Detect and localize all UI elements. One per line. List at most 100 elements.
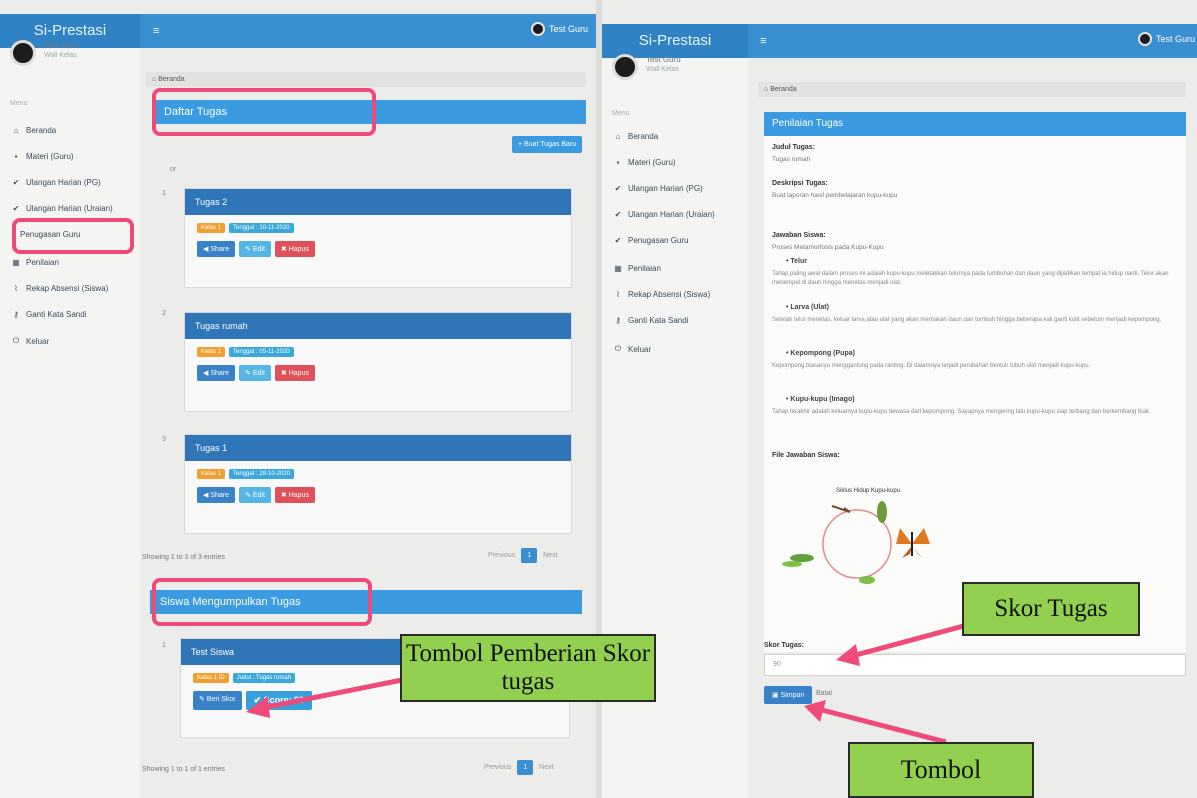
sidebar-item-penilaian[interactable]: ▦ Penilaian — [614, 264, 661, 273]
stage-title-text: Kupu-kupu (Imago) — [790, 396, 855, 403]
sidebar-user-panel: Test Guru Wali Kelas — [10, 40, 79, 66]
judul-value: Tugas rumah — [772, 156, 811, 163]
class-badge: Kelas 1 ID — [193, 673, 229, 683]
sidebar-item-label: Materi (Guru) — [628, 158, 676, 167]
user-menu[interactable]: Test Guru — [530, 22, 588, 36]
sidebar-item-keluar[interactable]: ⏻ Keluar — [12, 336, 49, 346]
sidebar-item-label: Ulangan Harian (PG) — [628, 184, 703, 193]
callout-skor-tugas: Skor Tugas — [962, 582, 1140, 636]
butterfly-lifecycle-image[interactable]: Siklus Hidup Kupu-kupu — [772, 484, 942, 594]
menu-toggle-icon[interactable]: ≡ — [760, 24, 766, 58]
give-score-label: Beri Skor — [206, 696, 236, 703]
delete-label: Hapus — [288, 492, 309, 499]
deadline-badge: Tenggat : 10-11-2020 — [229, 223, 294, 233]
sidebar-item-ulangan-pg[interactable]: ✔ Ulangan Harian (PG) — [614, 184, 703, 193]
pager-next[interactable]: Next — [539, 764, 553, 771]
leaf-eggs-icon — [859, 576, 875, 584]
share-label: Share — [210, 370, 230, 377]
key-icon: ⚷ — [13, 310, 19, 319]
menu-header: Menu — [10, 100, 28, 107]
score-badge: ✔ Score: 90 — [245, 691, 313, 710]
sidebar-item-materi[interactable]: ▪ Materi (Guru) — [614, 158, 676, 167]
chart-icon: ⌇ — [14, 284, 18, 293]
judul-label: Judul Tugas: — [772, 144, 816, 151]
menu-header: Menu — [612, 110, 630, 117]
share-button[interactable]: ◀ Share — [197, 365, 236, 381]
pager-previous[interactable]: Previous — [488, 552, 515, 559]
panel-title: Penilaian Tugas — [764, 112, 1186, 136]
sidebar-item-ulangan-uraian[interactable]: ✔ Ulangan Harian (Uraian) — [614, 210, 715, 219]
sidebar-item-keluar[interactable]: ⏻ Keluar — [614, 344, 651, 354]
top-navbar: Si-Prestasi ≡ Test Guru — [602, 24, 1197, 58]
pager-current[interactable]: 1 — [521, 548, 538, 563]
breadcrumb: ⌂ Beranda — [758, 82, 1186, 97]
check-icon: ✔ — [12, 178, 20, 187]
menu-toggle-icon[interactable]: ≡ — [153, 14, 159, 48]
score-label: Score: 90 — [263, 695, 305, 705]
stage-text: Tahap paling awal dalam proses ini adala… — [772, 271, 1169, 286]
sidebar-item-password[interactable]: ⚷ Ganti Kata Sandi — [12, 310, 86, 319]
sidebar-item-label: Keluar — [628, 344, 652, 354]
right-screenshot: Si-Prestasi ≡ Test Guru Test Guru Wali K… — [602, 0, 1197, 798]
jawaban-label: Jawaban Siswa: — [772, 232, 826, 239]
task-title: Tugas 2 — [185, 189, 571, 215]
power-icon: ⏻ — [12, 336, 20, 345]
pager-previous[interactable]: Previous — [484, 764, 511, 771]
sidebar-item-beranda[interactable]: ⌂ Beranda — [614, 132, 659, 141]
delete-button[interactable]: ✖ Hapus — [274, 365, 315, 381]
breadcrumb-label: Beranda — [770, 86, 797, 93]
sidebar-user-role: Wali Kelas — [646, 66, 679, 73]
edit-button[interactable]: ✎ Edit — [239, 487, 271, 503]
check-icon: ✔ — [12, 204, 20, 213]
check-icon: ✔ — [614, 236, 622, 245]
save-button[interactable]: ▣ Simpan — [764, 686, 813, 704]
sidebar-item-label: Ulangan Harian (PG) — [26, 178, 101, 187]
sidebar-item-label: Rekap Absensi (Siswa) — [26, 284, 109, 293]
sidebar-item-rekap[interactable]: ⌇ Rekap Absensi (Siswa) — [614, 290, 710, 299]
share-label: Share — [210, 246, 230, 253]
edit-button[interactable]: ✎ Edit — [239, 365, 271, 381]
user-menu[interactable]: Test Guru — [1137, 32, 1195, 46]
user-name: Test Guru — [1155, 34, 1195, 44]
sidebar-item-penugasan[interactable]: ✔ Penugasan Guru — [614, 236, 689, 245]
sidebar-item-ulangan-uraian[interactable]: ✔ Ulangan Harian (Uraian) — [12, 204, 113, 213]
sidebar-item-penilaian[interactable]: ▦ Penilaian — [12, 258, 59, 267]
folder-icon: ▪ — [14, 152, 18, 161]
pagination: Previous 1 Next — [484, 760, 554, 775]
pager-next[interactable]: Next — [543, 552, 557, 559]
sidebar-item-password[interactable]: ⚷ Ganti Kata Sandi — [614, 316, 688, 325]
sidebar-item-rekap[interactable]: ⌇ Rekap Absensi (Siswa) — [12, 284, 108, 293]
add-task-button[interactable]: + Buat Tugas Baru — [512, 136, 583, 153]
pager-current[interactable]: 1 — [517, 760, 534, 775]
score-label: Skor Tugas: — [764, 642, 804, 649]
sidebar-item-materi[interactable]: ▪ Materi (Guru) — [12, 152, 74, 161]
file-label: File Jawaban Siswa: — [772, 452, 840, 459]
brand-logo[interactable]: Si-Prestasi — [602, 24, 748, 58]
stage-text: Tahap terakhir adalah keluarnya kupu-kup… — [772, 409, 1151, 415]
stage-title: • Kupu-kupu (Imago) — [786, 396, 855, 403]
edit-button[interactable]: ✎ Edit — [239, 241, 271, 257]
delete-button[interactable]: ✖ Hapus — [274, 241, 315, 257]
home-icon: ⌂ — [615, 132, 621, 141]
sidebar-item-beranda[interactable]: ⌂ Beranda — [12, 126, 57, 135]
avatar-icon — [1137, 32, 1152, 46]
user-name: Test Guru — [548, 24, 588, 34]
breadcrumb-label: Beranda — [158, 76, 185, 83]
cancel-link[interactable]: Batal — [816, 690, 832, 697]
sidebar-item-ulangan-pg[interactable]: ✔ Ulangan Harian (PG) — [12, 178, 101, 187]
page: Si-Prestasi ≡ Test Guru Test Guru Wali K… — [0, 0, 1197, 798]
top-navbar: Si-Prestasi ≡ Test Guru — [0, 14, 596, 48]
score-input[interactable]: 90 — [764, 654, 1186, 676]
class-badge: Kelas 1 — [197, 223, 226, 233]
delete-button[interactable]: ✖ Hapus — [274, 487, 315, 503]
butterfly-icon — [896, 528, 930, 558]
give-score-button[interactable]: ✎ Beri Skor — [193, 691, 242, 710]
stage-title: • Kepompong (Pupa) — [786, 350, 855, 357]
sidebar-user-name: Test Guru — [646, 55, 681, 64]
stage-title: • Telur — [786, 258, 808, 265]
avatar-icon — [530, 22, 545, 36]
share-button[interactable]: ◀ Share — [197, 487, 236, 503]
table-icon: ▦ — [12, 258, 20, 267]
jawaban-intro: Proses Metamorfosis pada Kupu-Kupu — [772, 244, 884, 251]
share-button[interactable]: ◀ Share — [197, 241, 236, 257]
